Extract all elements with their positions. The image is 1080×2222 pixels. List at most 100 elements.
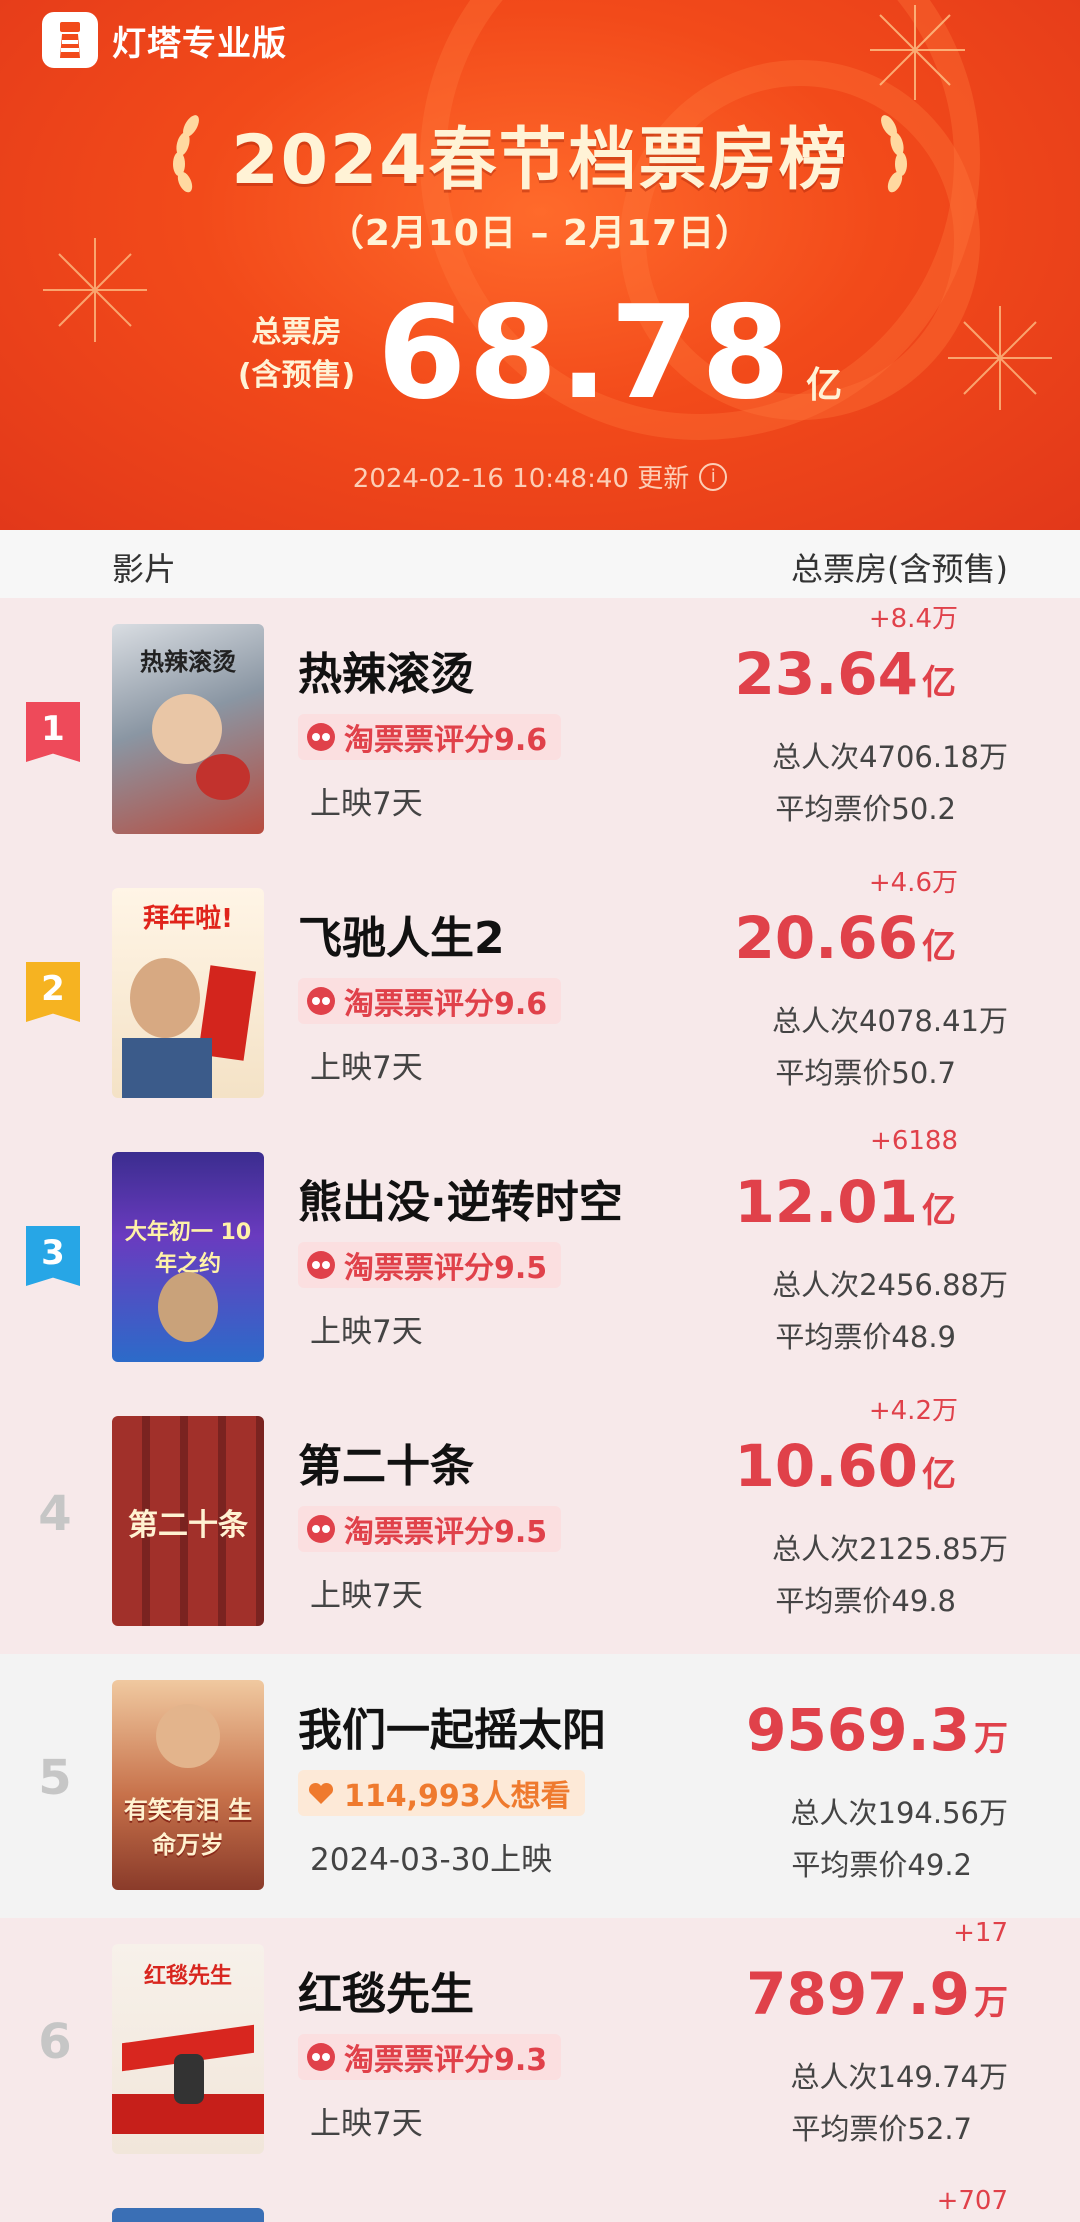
poster-image[interactable]: 拜年啦! <box>112 888 264 1098</box>
list-item[interactable]: 1 热辣滚烫 热辣滚烫 淘票票评分9.6 上映7天 +8.4万 23.64 亿 总… <box>0 598 1080 862</box>
viewers: 总人次149.74万 <box>790 2060 1008 2094</box>
score-chip: 淘票票评分9.3 <box>298 2034 562 2080</box>
gross-number: 7897.9 <box>746 1960 970 2028</box>
update-time: 2024-02-16 10:48:40 更新 i <box>0 458 1080 495</box>
rank-number: 4 <box>38 1486 72 1542</box>
release-info: 上映7天 <box>310 1314 423 1350</box>
avg-price: 平均票价49.8 <box>775 1584 956 1618</box>
title-row: 2024春节档票房榜 <box>0 104 1080 203</box>
want-to-see-chip: 114,993人想看 <box>298 1770 585 1816</box>
film-title[interactable]: 我们一起摇太阳 <box>298 1694 606 1758</box>
viewers: 总人次2456.88万 <box>772 1268 1008 1302</box>
rank-badge: 1 <box>26 702 80 762</box>
info-icon[interactable]: i <box>699 462 728 491</box>
score-chip: 淘票票评分9.5 <box>298 1242 562 1288</box>
gross-number: 12.01 <box>734 1168 918 1236</box>
film-title[interactable]: 红毯先生 <box>298 1958 474 2022</box>
header-banner: 灯塔专业版 2024春节档票房榜 （2月10日 – 2月17日） 总票房 (含预… <box>0 0 1080 530</box>
firework-icon <box>870 5 965 100</box>
viewers: 总人次2125.85万 <box>772 1532 1008 1566</box>
gross-unit: 亿 <box>922 927 956 967</box>
realtime-delta: +6188 <box>870 1126 958 1156</box>
gross-unit: 万 <box>974 1983 1008 2023</box>
poster-image[interactable]: 热辣滚烫 <box>112 624 264 834</box>
taopiaopiao-icon <box>307 723 335 751</box>
realtime-delta: +17 <box>953 1918 1008 1948</box>
score-label: 淘票票评分9.3 <box>344 2043 548 2078</box>
score-label: 淘票票评分9.6 <box>344 723 548 758</box>
gross-value: 20.66 亿 <box>735 904 956 972</box>
list-item[interactable]: +707 <box>0 2182 1080 2222</box>
realtime-delta: +4.6万 <box>868 868 958 898</box>
film-title[interactable]: 熊出没·逆转时空 <box>298 1166 623 1230</box>
rank-badge: 2 <box>26 962 80 1022</box>
taopiaopiao-icon <box>307 1251 335 1279</box>
list-item[interactable]: 3 大年初一 10年之约 熊出没·逆转时空 淘票票评分9.5 上映7天 +618… <box>0 1126 1080 1390</box>
gross-value: 7897.9 万 <box>746 1960 1008 2028</box>
taopiaopiao-icon <box>307 987 335 1015</box>
update-time-text: 2024-02-16 10:48:40 更新 <box>352 464 690 494</box>
poster-image[interactable] <box>112 2208 264 2222</box>
film-title[interactable]: 热辣滚烫 <box>298 638 474 702</box>
total-label-line2: (含预售) <box>237 358 356 393</box>
gross-value: 9569.3 万 <box>746 1696 1008 1764</box>
gross-unit: 万 <box>974 1719 1008 1759</box>
score-chip: 淘票票评分9.6 <box>298 714 562 760</box>
realtime-delta: +4.2万 <box>868 1396 958 1426</box>
column-film: 影片 <box>112 550 177 588</box>
gross-unit: 亿 <box>922 1455 956 1495</box>
laurel-right-icon <box>880 114 907 192</box>
avg-price: 平均票价50.2 <box>775 792 956 826</box>
film-title[interactable]: 第二十条 <box>298 1430 474 1494</box>
want-count: 114,993人想看 <box>344 1779 571 1814</box>
taopiaopiao-icon <box>307 1515 335 1543</box>
realtime-delta: +8.4万 <box>868 604 958 634</box>
lighthouse-icon <box>42 12 98 68</box>
list-item[interactable]: 5 有笑有泪 生命万岁 我们一起摇太阳 114,993人想看 2024-03-3… <box>0 1654 1080 1918</box>
score-label: 淘票票评分9.5 <box>344 1515 548 1550</box>
poster-image[interactable]: 有笑有泪 生命万岁 <box>112 1680 264 1890</box>
total-label: 总票房 (含预售) <box>238 311 355 398</box>
viewers: 总人次4706.18万 <box>772 740 1008 774</box>
page-title: 2024春节档票房榜 <box>231 121 849 200</box>
release-info: 2024-03-30上映 <box>310 1842 553 1878</box>
column-gross[interactable]: 总票房(含预售) <box>791 544 1008 590</box>
avg-price: 平均票价48.9 <box>775 1320 956 1354</box>
poster-image[interactable]: 大年初一 10年之约 <box>112 1152 264 1362</box>
film-list: 1 热辣滚烫 热辣滚烫 淘票票评分9.6 上映7天 +8.4万 23.64 亿 总… <box>0 598 1080 2222</box>
poster-title: 大年初一 10年之约 <box>124 1220 252 1277</box>
brand-name: 灯塔专业版 <box>112 23 287 64</box>
brand[interactable]: 灯塔专业版 <box>42 12 287 68</box>
total-label-line1: 总票房 <box>251 314 342 350</box>
poster-title: 第二十条 <box>128 1508 248 1543</box>
total-unit: 亿 <box>806 365 843 406</box>
score-label: 淘票票评分9.5 <box>344 1251 548 1286</box>
gross-number: 23.64 <box>734 640 918 708</box>
date-range: （2月10日 – 2月17日） <box>327 213 753 254</box>
gross-number: 20.66 <box>734 904 918 972</box>
film-title[interactable]: 飞驰人生2 <box>298 902 505 966</box>
column-header: 影片 总票房(含预售) <box>0 530 1080 598</box>
poster-title: 有笑有泪 生命万岁 <box>123 1796 253 1859</box>
gross-value: 12.01 亿 <box>735 1168 956 1236</box>
poster-image[interactable]: 第二十条 <box>112 1416 264 1626</box>
total-box-office: 总票房 (含预售) 68.78 亿 <box>0 290 1080 418</box>
viewers: 总人次4078.41万 <box>772 1004 1008 1038</box>
score-label: 淘票票评分9.6 <box>344 987 548 1022</box>
score-chip: 淘票票评分9.6 <box>298 978 562 1024</box>
rank-badge: 3 <box>26 1226 80 1286</box>
list-item[interactable]: 6 红毯先生 红毯先生 淘票票评分9.3 上映7天 +17 7897.9 万 总人… <box>0 1918 1080 2182</box>
poster-image[interactable]: 红毯先生 <box>112 1944 264 2154</box>
laurel-left-icon <box>173 114 200 192</box>
poster-title: 热辣滚烫 <box>140 648 236 676</box>
poster-title: 拜年啦! <box>143 904 233 934</box>
list-item[interactable]: 4 第二十条 第二十条 淘票票评分9.5 上映7天 +4.2万 10.60 亿 总… <box>0 1390 1080 1654</box>
gross-unit: 亿 <box>922 663 956 703</box>
list-item[interactable]: 2 拜年啦! 飞驰人生2 淘票票评分9.6 上映7天 +4.6万 20.66 亿 … <box>0 862 1080 1126</box>
avg-price: 平均票价50.7 <box>775 1056 956 1090</box>
rank-number: 5 <box>38 1750 72 1806</box>
total-value: 68.78 <box>377 279 793 428</box>
heart-icon <box>308 1782 334 1804</box>
gross-value: 10.60 亿 <box>735 1432 956 1500</box>
avg-price: 平均票价52.7 <box>791 2112 972 2146</box>
